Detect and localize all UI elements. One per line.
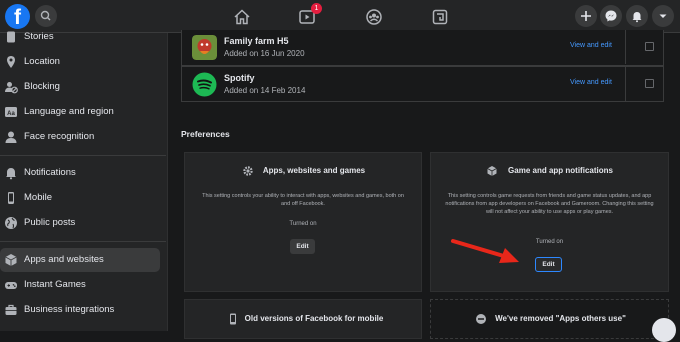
app-name: Family farm H5	[224, 36, 289, 46]
groups-nav-button[interactable]	[363, 6, 385, 28]
business-icon	[5, 304, 17, 315]
sidebar-item-label: Face recognition	[24, 131, 95, 142]
sidebar-divider	[0, 155, 166, 156]
sidebar-item-stories[interactable]: Stories	[0, 25, 160, 49]
card-title: Apps, websites and games	[262, 166, 366, 175]
language-icon: Aa	[5, 107, 17, 117]
stories-icon	[7, 31, 15, 43]
row-separator	[625, 67, 626, 101]
account-menu-button[interactable]	[652, 5, 674, 27]
scroll-up-button[interactable]	[652, 318, 676, 342]
old-versions-mobile-card: Old versions of Facebook for mobile	[184, 299, 422, 339]
row-separator	[625, 30, 626, 64]
preferences-heading: Preferences	[181, 129, 230, 139]
edit-apps-websites-games-button[interactable]: Edit	[290, 239, 315, 254]
view-and-edit-link[interactable]: View and edit	[570, 79, 612, 86]
card-description: This setting controls your ability to in…	[202, 193, 404, 207]
app-name: Spotify	[224, 73, 255, 83]
sidebar-item-instant-games[interactable]: Instant Games	[0, 273, 160, 297]
sidebar-item-label: Business integrations	[24, 304, 115, 315]
gaming-icon	[432, 9, 448, 25]
sidebar-item-label: Apps and websites	[24, 254, 104, 265]
sidebar-item-mobile[interactable]: Mobile	[0, 186, 160, 210]
app-row-family-farm: Family farm H5 Added on 16 Jun 2020 View…	[181, 30, 664, 66]
home-icon	[234, 9, 250, 25]
sidebar-item-public-posts[interactable]: Public posts	[0, 211, 160, 235]
sidebar-item-label: Blocking	[24, 81, 60, 92]
card-description: This setting controls game requests from…	[445, 193, 654, 215]
messenger-button[interactable]	[600, 5, 622, 27]
create-button[interactable]	[575, 5, 597, 27]
face-recognition-icon	[5, 131, 17, 143]
app-added-date: Added on 16 Jun 2020	[224, 49, 305, 58]
card-title: We've removed "Apps others use"	[495, 314, 626, 323]
game-controller-icon	[5, 282, 17, 289]
notifications-button[interactable]	[626, 5, 648, 27]
sidebar-item-label: Location	[24, 56, 60, 67]
apps-websites-games-card: Apps, websites and games This setting co…	[184, 152, 422, 292]
watch-badge: 1	[311, 3, 322, 14]
remove-app-checkbox[interactable]	[645, 79, 654, 88]
gaming-nav-button[interactable]	[429, 6, 451, 28]
app-row-spotify: Spotify Added on 14 Feb 2014 View and ed…	[181, 66, 664, 102]
messenger-icon	[605, 10, 617, 22]
card-title: Game and app notifications	[508, 166, 613, 175]
sidebar-divider	[0, 241, 166, 242]
sidebar-item-location[interactable]: Location	[0, 50, 160, 74]
sidebar-item-label: Mobile	[24, 192, 52, 203]
search-icon	[40, 10, 51, 21]
sidebar-item-business-integrations[interactable]: Business integrations	[0, 298, 160, 322]
groups-icon	[366, 9, 382, 25]
settings-sidebar: Stories Location Blocking Aa Language an…	[0, 31, 168, 331]
game-app-notifications-card: Game and app notifications This setting …	[430, 152, 669, 292]
sidebar-item-label: Instant Games	[24, 279, 86, 290]
sidebar-item-label: Public posts	[24, 217, 76, 228]
red-arrow-annotation	[451, 239, 519, 263]
spotify-app-icon	[192, 72, 217, 97]
location-pin-icon	[7, 56, 15, 68]
search-button[interactable]	[35, 5, 57, 27]
sidebar-item-apps-and-websites[interactable]: Apps and websites	[0, 248, 160, 272]
account-chevron-icon	[659, 14, 667, 18]
apps-cube-icon	[5, 254, 17, 266]
apps-and-websites-content: Family farm H5 Added on 16 Jun 2020 View…	[168, 30, 680, 339]
sidebar-item-face-recognition[interactable]: Face recognition	[0, 125, 160, 149]
blocking-icon	[5, 82, 18, 94]
family-farm-app-icon	[192, 35, 217, 60]
mobile-icon	[8, 192, 14, 204]
svg-text:Aa: Aa	[7, 111, 15, 117]
remove-app-checkbox[interactable]	[645, 42, 654, 51]
view-and-edit-link[interactable]: View and edit	[570, 42, 612, 49]
home-nav-button[interactable]	[231, 6, 253, 28]
sidebar-item-label: Stories	[24, 31, 54, 42]
card-status: Turned on	[289, 221, 317, 227]
edit-game-app-notifications-button[interactable]: Edit	[535, 257, 562, 272]
globe-icon	[5, 217, 17, 229]
plus-icon	[581, 11, 591, 21]
notifications-icon	[632, 12, 642, 23]
card-title: Old versions of Facebook for mobile	[244, 314, 384, 323]
apps-others-use-card: We've removed "Apps others use"	[430, 299, 669, 339]
sidebar-item-label: Notifications	[24, 167, 76, 178]
app-added-date: Added on 14 Feb 2014	[224, 86, 306, 95]
bell-icon	[6, 168, 16, 180]
sidebar-item-notifications[interactable]: Notifications	[0, 161, 160, 185]
sidebar-item-language[interactable]: Aa Language and region	[0, 100, 160, 124]
sidebar-item-label: Language and region	[24, 106, 114, 117]
sidebar-item-blocking[interactable]: Blocking	[0, 75, 160, 99]
